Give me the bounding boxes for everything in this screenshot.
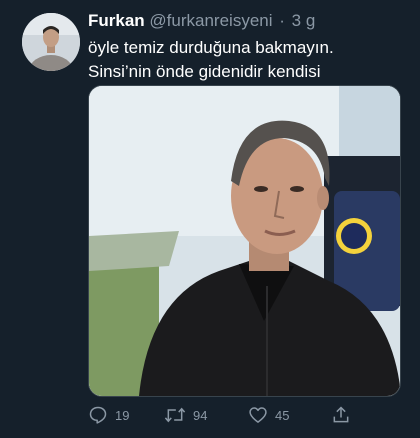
tweet[interactable]: Furkan @furkanreisyeni · 3 g öyle temiz … (0, 0, 420, 438)
photo-of-man-in-black-jacket (89, 86, 400, 396)
reply-icon (89, 406, 107, 424)
retweet-count: 94 (193, 407, 208, 423)
like-button[interactable]: 45 (248, 404, 289, 426)
avatar[interactable] (22, 13, 80, 71)
avatar-image (22, 13, 80, 71)
retweet-icon (164, 407, 186, 423)
tweet-text: öyle temiz durduğuna bakmayın. Sinsi’nin… (88, 36, 408, 84)
tweet-text-line-2: Sinsi’nin önde gidenidir kendisi (88, 62, 321, 81)
retweet-button[interactable]: 94 (164, 404, 207, 426)
tweet-photo[interactable] (88, 85, 401, 397)
heart-icon (249, 407, 267, 423)
tweet-text-line-1: öyle temiz durduğuna bakmayın. (88, 38, 334, 57)
tweet-timestamp[interactable]: 3 g (292, 11, 316, 30)
author-name[interactable]: Furkan (88, 11, 145, 30)
share-button[interactable] (331, 404, 351, 426)
separator-dot: · (279, 11, 285, 30)
author-handle[interactable]: @furkanreisyeni (149, 11, 272, 30)
tweet-actions: 19 94 45 (88, 404, 388, 426)
reply-count: 19 (115, 407, 130, 423)
like-count: 45 (275, 407, 290, 423)
tweet-header: Furkan @furkanreisyeni · 3 g (88, 11, 315, 31)
reply-button[interactable]: 19 (88, 404, 129, 426)
share-icon (333, 406, 349, 423)
